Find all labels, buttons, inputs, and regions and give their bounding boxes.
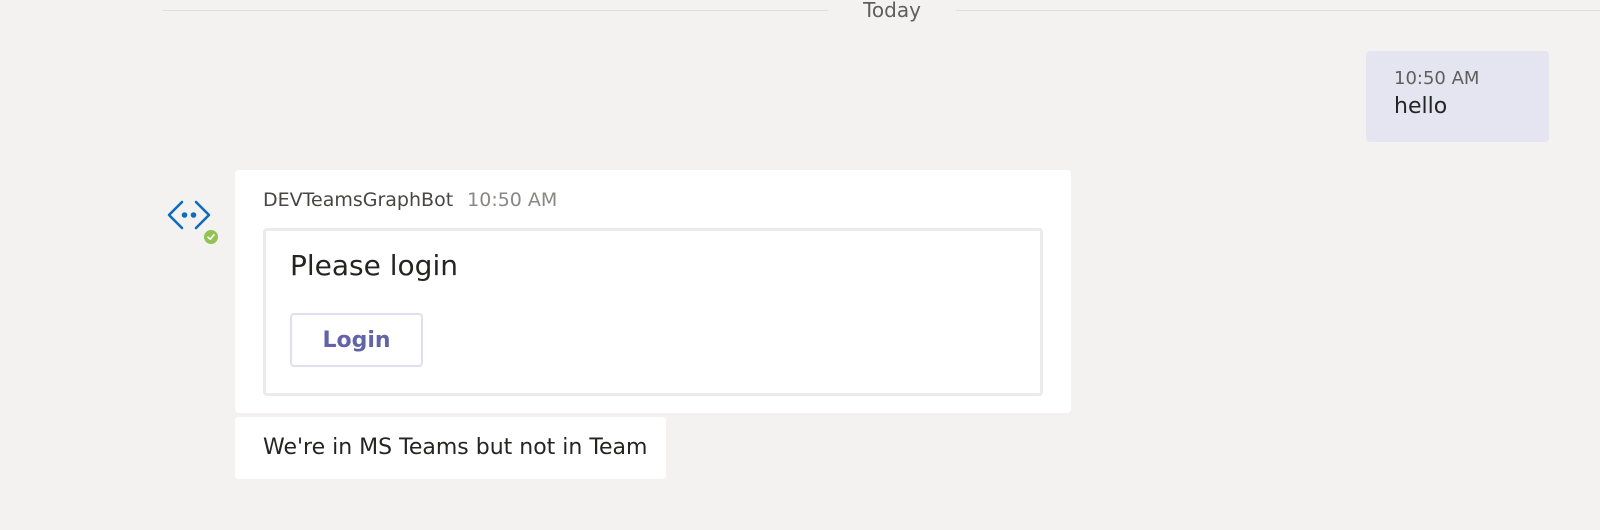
chat-pane: Today 10:50 AM hello DEVTeamsGraphBot 10:… xyxy=(0,0,1600,530)
bot-avatar[interactable] xyxy=(166,198,220,246)
date-divider-line-left xyxy=(163,10,828,11)
message-time: 10:50 AM xyxy=(467,189,558,211)
bot-message[interactable]: DEVTeamsGraphBot 10:50 AM Please login Lo… xyxy=(235,170,1071,413)
bot-followup-message[interactable]: We're in MS Teams but not in Team xyxy=(235,417,666,479)
sent-message-text: hello xyxy=(1394,94,1448,119)
sent-message[interactable]: 10:50 AM hello xyxy=(1366,51,1549,142)
date-divider-line-right xyxy=(956,10,1600,11)
login-button[interactable]: Login xyxy=(290,313,423,367)
login-card: Please login Login xyxy=(263,228,1043,396)
sender-name[interactable]: DEVTeamsGraphBot xyxy=(263,189,453,211)
card-title: Please login xyxy=(290,249,458,282)
message-header: DEVTeamsGraphBot 10:50 AM xyxy=(263,188,557,212)
sent-message-time: 10:50 AM xyxy=(1394,68,1480,89)
status-available-icon xyxy=(202,228,220,246)
date-divider-label: Today xyxy=(863,0,921,22)
